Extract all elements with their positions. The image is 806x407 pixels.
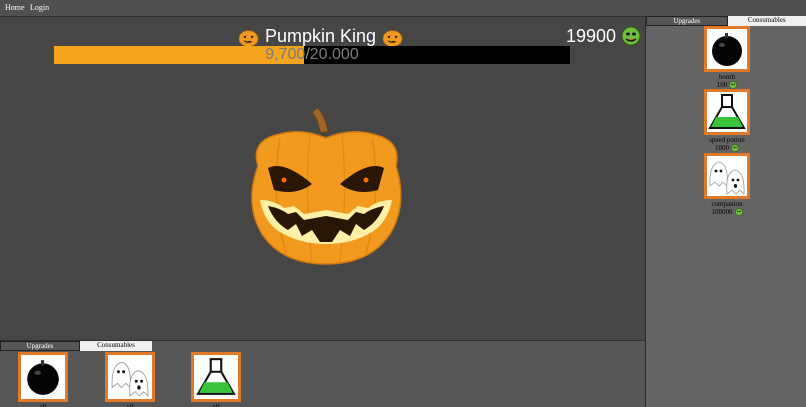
- boss-title: Pumpkin King: [238, 24, 403, 48]
- inventory-item-companion[interactable]: x0: [105, 352, 155, 407]
- tab-upgrades[interactable]: Upgrades: [0, 341, 80, 351]
- goblin-coin-icon: [734, 208, 743, 216]
- shop-item-price: 1000: [687, 144, 767, 152]
- inventory-panel: Upgrades Consumables x0 x0 x0: [0, 340, 645, 407]
- shop-item-bomb[interactable]: bomb 100: [687, 26, 767, 89]
- hp-max: 20.000: [309, 46, 359, 63]
- shop-item-price: 100: [687, 81, 767, 89]
- goblin-coin-icon: [731, 144, 739, 152]
- ghosts-icon: [709, 161, 745, 195]
- shop-item-frame[interactable]: [704, 26, 750, 72]
- inventory-count: x0: [212, 403, 220, 407]
- inventory-count: x0: [39, 403, 47, 407]
- shop-item-speed-potion[interactable]: speed potion 1000: [687, 89, 767, 152]
- inventory-item-frame[interactable]: [191, 352, 241, 402]
- potion-icon: [196, 358, 236, 395]
- shop-item-companion[interactable]: companion 100000: [687, 153, 767, 216]
- bomb-icon: [27, 360, 59, 395]
- shop-item-name: bomb: [719, 73, 735, 81]
- inventory-item-frame[interactable]: [105, 352, 155, 402]
- nav-home-link[interactable]: Home: [5, 3, 25, 12]
- ghosts-icon: [111, 361, 149, 397]
- inventory-item-speed-potion[interactable]: x0: [191, 352, 241, 407]
- tab-upgrades[interactable]: Upgrades: [646, 16, 728, 26]
- inventory-tabs: Upgrades Consumables: [0, 341, 152, 351]
- goblin-coin-icon: [729, 81, 738, 89]
- price-value: 100000: [711, 208, 733, 216]
- shop-item-name: companion: [711, 200, 743, 208]
- goblin-coin-icon: [621, 26, 641, 46]
- shop-tabs: Upgrades Consumables: [646, 16, 806, 26]
- currency-display: 19900: [566, 24, 641, 48]
- top-nav: Home Login: [0, 0, 806, 17]
- currency-amount: 19900: [566, 25, 617, 46]
- shop-item-name: speed potion: [709, 136, 745, 144]
- price-value: 100: [716, 81, 728, 89]
- pumpkin-icon: [382, 26, 403, 47]
- boss-name: Pumpkin King: [265, 25, 377, 46]
- potion-icon: [708, 94, 746, 129]
- inventory-count: x0: [126, 403, 134, 407]
- bomb-icon: [712, 33, 742, 66]
- tab-consumables[interactable]: Consumables: [80, 341, 152, 351]
- inventory-item-bomb[interactable]: x0: [18, 352, 68, 407]
- price-value: 1000: [715, 144, 729, 152]
- inventory-item-frame[interactable]: [18, 352, 68, 402]
- shop-item-frame[interactable]: [704, 89, 750, 135]
- pumpkin-icon: [238, 26, 259, 47]
- shop-item-price: 100000: [687, 208, 767, 216]
- boss-health-bar: 9,700/20.000: [54, 46, 570, 64]
- tab-consumables[interactable]: Consumables: [727, 16, 806, 26]
- pumpkin-king-boss[interactable]: [240, 104, 412, 268]
- boss-health-text: 9,700/20.000: [265, 46, 359, 63]
- hp-current: 9,700: [265, 46, 306, 63]
- shop-item-frame[interactable]: [704, 153, 750, 199]
- shop-panel: Upgrades Consumables bomb 100 speed poti…: [645, 16, 806, 407]
- nav-login-link[interactable]: Login: [30, 3, 49, 12]
